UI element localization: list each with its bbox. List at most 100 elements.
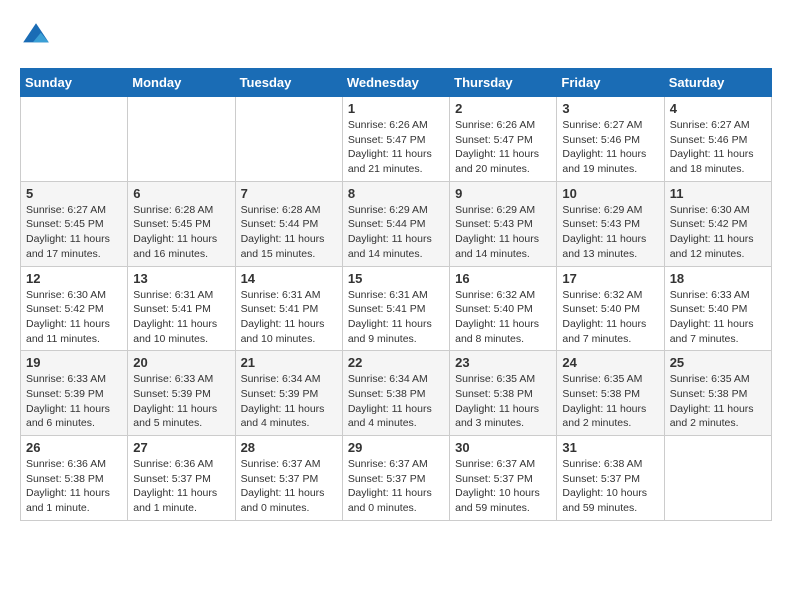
calendar-week-row: 1Sunrise: 6:26 AM Sunset: 5:47 PM Daylig…: [21, 97, 772, 182]
calendar-body: 1Sunrise: 6:26 AM Sunset: 5:47 PM Daylig…: [21, 97, 772, 521]
day-number: 8: [348, 186, 444, 201]
day-of-week-header: Saturday: [664, 69, 771, 97]
day-number: 5: [26, 186, 122, 201]
day-info: Sunrise: 6:35 AM Sunset: 5:38 PM Dayligh…: [562, 372, 658, 431]
header-row: SundayMondayTuesdayWednesdayThursdayFrid…: [21, 69, 772, 97]
logo: [20, 20, 56, 52]
day-number: 9: [455, 186, 551, 201]
calendar-cell: 23 Sunrise: 6:35 AM Sunset: 5:38 PM Dayli…: [450, 351, 557, 436]
calendar-cell: 26 Sunrise: 6:36 AM Sunset: 5:38 PM Dayli…: [21, 436, 128, 521]
calendar-cell: 29 Sunrise: 6:37 AM Sunset: 5:37 PM Dayli…: [342, 436, 449, 521]
day-info: Sunrise: 6:36 AM Sunset: 5:38 PM Dayligh…: [26, 457, 122, 516]
day-info: Sunrise: 6:27 AM Sunset: 5:45 PM Dayligh…: [26, 203, 122, 262]
day-number: 21: [241, 355, 337, 370]
calendar-cell: 15 Sunrise: 6:31 AM Sunset: 5:41 PM Dayli…: [342, 266, 449, 351]
day-info: Sunrise: 6:27 AM Sunset: 5:46 PM Dayligh…: [562, 118, 658, 177]
calendar-cell: 18 Sunrise: 6:33 AM Sunset: 5:40 PM Dayli…: [664, 266, 771, 351]
calendar-cell: [21, 97, 128, 182]
calendar-cell: 2 Sunrise: 6:26 AM Sunset: 5:47 PM Daylig…: [450, 97, 557, 182]
day-number: 19: [26, 355, 122, 370]
calendar-cell: 8 Sunrise: 6:29 AM Sunset: 5:44 PM Daylig…: [342, 181, 449, 266]
calendar-cell: 16Sunrise: 6:32 AM Sunset: 5:40 PM Dayli…: [450, 266, 557, 351]
day-number: 14: [241, 271, 337, 286]
day-info: Sunrise: 6:29 AM Sunset: 5:44 PM Dayligh…: [348, 203, 444, 262]
day-info: Sunrise: 6:37 AM Sunset: 5:37 PM Dayligh…: [455, 457, 551, 516]
day-info: Sunrise: 6:30 AM Sunset: 5:42 PM Dayligh…: [26, 288, 122, 347]
calendar-cell: 31 Sunrise: 6:38 AM Sunset: 5:37 PM Dayli…: [557, 436, 664, 521]
calendar-cell: 22 Sunrise: 6:34 AM Sunset: 5:38 PM Dayli…: [342, 351, 449, 436]
calendar-cell: 24 Sunrise: 6:35 AM Sunset: 5:38 PM Dayli…: [557, 351, 664, 436]
calendar-cell: 13 Sunrise: 6:31 AM Sunset: 5:41 PM Dayli…: [128, 266, 235, 351]
day-info: Sunrise: 6:28 AM Sunset: 5:45 PM Dayligh…: [133, 203, 229, 262]
calendar-cell: 17 Sunrise: 6:32 AM Sunset: 5:40 PM Dayli…: [557, 266, 664, 351]
day-info: Sunrise: 6:34 AM Sunset: 5:39 PM Dayligh…: [241, 372, 337, 431]
day-number: 16: [455, 271, 551, 286]
calendar-cell: 11 Sunrise: 6:30 AM Sunset: 5:42 PM Dayli…: [664, 181, 771, 266]
calendar-cell: 6 Sunrise: 6:28 AM Sunset: 5:45 PM Daylig…: [128, 181, 235, 266]
calendar-cell: 4 Sunrise: 6:27 AM Sunset: 5:46 PM Daylig…: [664, 97, 771, 182]
day-number: 23: [455, 355, 551, 370]
day-info: Sunrise: 6:35 AM Sunset: 5:38 PM Dayligh…: [455, 372, 551, 431]
day-number: 18: [670, 271, 766, 286]
day-number: 7: [241, 186, 337, 201]
day-info: Sunrise: 6:38 AM Sunset: 5:37 PM Dayligh…: [562, 457, 658, 516]
day-number: 6: [133, 186, 229, 201]
calendar-cell: 9 Sunrise: 6:29 AM Sunset: 5:43 PM Daylig…: [450, 181, 557, 266]
calendar-cell: 3 Sunrise: 6:27 AM Sunset: 5:46 PM Daylig…: [557, 97, 664, 182]
day-of-week-header: Sunday: [21, 69, 128, 97]
day-of-week-header: Wednesday: [342, 69, 449, 97]
calendar-cell: 10 Sunrise: 6:29 AM Sunset: 5:43 PM Dayli…: [557, 181, 664, 266]
day-info: Sunrise: 6:31 AM Sunset: 5:41 PM Dayligh…: [348, 288, 444, 347]
calendar-week-row: 19 Sunrise: 6:33 AM Sunset: 5:39 PM Dayli…: [21, 351, 772, 436]
calendar-table: SundayMondayTuesdayWednesdayThursdayFrid…: [20, 68, 772, 521]
header: [20, 20, 772, 52]
day-number: 26: [26, 440, 122, 455]
day-info: Sunrise: 6:30 AM Sunset: 5:42 PM Dayligh…: [670, 203, 766, 262]
day-number: 2: [455, 101, 551, 116]
calendar-cell: 12Sunrise: 6:30 AM Sunset: 5:42 PM Dayli…: [21, 266, 128, 351]
calendar-cell: 1Sunrise: 6:26 AM Sunset: 5:47 PM Daylig…: [342, 97, 449, 182]
day-number: 31: [562, 440, 658, 455]
day-number: 11: [670, 186, 766, 201]
day-of-week-header: Thursday: [450, 69, 557, 97]
day-info: Sunrise: 6:27 AM Sunset: 5:46 PM Dayligh…: [670, 118, 766, 177]
calendar-cell: 5 Sunrise: 6:27 AM Sunset: 5:45 PM Daylig…: [21, 181, 128, 266]
logo-icon: [20, 20, 52, 52]
calendar-cell: [128, 97, 235, 182]
day-info: Sunrise: 6:28 AM Sunset: 5:44 PM Dayligh…: [241, 203, 337, 262]
day-number: 30: [455, 440, 551, 455]
day-info: Sunrise: 6:34 AM Sunset: 5:38 PM Dayligh…: [348, 372, 444, 431]
day-number: 24: [562, 355, 658, 370]
day-number: 15: [348, 271, 444, 286]
day-info: Sunrise: 6:33 AM Sunset: 5:39 PM Dayligh…: [133, 372, 229, 431]
calendar-cell: 7 Sunrise: 6:28 AM Sunset: 5:44 PM Daylig…: [235, 181, 342, 266]
day-number: 13: [133, 271, 229, 286]
calendar-header: SundayMondayTuesdayWednesdayThursdayFrid…: [21, 69, 772, 97]
calendar-cell: 30 Sunrise: 6:37 AM Sunset: 5:37 PM Dayli…: [450, 436, 557, 521]
day-number: 22: [348, 355, 444, 370]
day-info: Sunrise: 6:29 AM Sunset: 5:43 PM Dayligh…: [562, 203, 658, 262]
day-number: 20: [133, 355, 229, 370]
calendar-cell: 21 Sunrise: 6:34 AM Sunset: 5:39 PM Dayli…: [235, 351, 342, 436]
calendar-week-row: 26 Sunrise: 6:36 AM Sunset: 5:38 PM Dayli…: [21, 436, 772, 521]
day-info: Sunrise: 6:31 AM Sunset: 5:41 PM Dayligh…: [133, 288, 229, 347]
day-info: Sunrise: 6:26 AM Sunset: 5:47 PM Dayligh…: [455, 118, 551, 177]
calendar-week-row: 5 Sunrise: 6:27 AM Sunset: 5:45 PM Daylig…: [21, 181, 772, 266]
day-number: 25: [670, 355, 766, 370]
day-number: 4: [670, 101, 766, 116]
calendar-cell: 19Sunrise: 6:33 AM Sunset: 5:39 PM Dayli…: [21, 351, 128, 436]
day-number: 10: [562, 186, 658, 201]
day-number: 28: [241, 440, 337, 455]
day-number: 3: [562, 101, 658, 116]
day-number: 17: [562, 271, 658, 286]
day-info: Sunrise: 6:35 AM Sunset: 5:38 PM Dayligh…: [670, 372, 766, 431]
day-info: Sunrise: 6:33 AM Sunset: 5:40 PM Dayligh…: [670, 288, 766, 347]
calendar-cell: 14Sunrise: 6:31 AM Sunset: 5:41 PM Dayli…: [235, 266, 342, 351]
day-of-week-header: Monday: [128, 69, 235, 97]
day-number: 29: [348, 440, 444, 455]
day-info: Sunrise: 6:29 AM Sunset: 5:43 PM Dayligh…: [455, 203, 551, 262]
day-info: Sunrise: 6:32 AM Sunset: 5:40 PM Dayligh…: [562, 288, 658, 347]
calendar-cell: 20 Sunrise: 6:33 AM Sunset: 5:39 PM Dayli…: [128, 351, 235, 436]
day-info: Sunrise: 6:37 AM Sunset: 5:37 PM Dayligh…: [348, 457, 444, 516]
day-info: Sunrise: 6:26 AM Sunset: 5:47 PM Dayligh…: [348, 118, 444, 177]
